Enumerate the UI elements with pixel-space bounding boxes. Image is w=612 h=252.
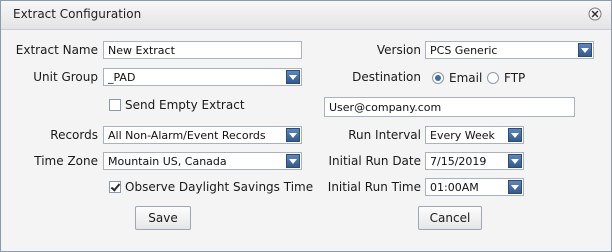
dialog-title: Extract Configuration <box>13 7 142 21</box>
version-label: Version <box>376 43 421 57</box>
initial-run-time-value: 01:00AM <box>430 181 479 194</box>
cancel-button[interactable]: Cancel <box>418 206 482 230</box>
observe-dst-checkbox[interactable] <box>109 181 121 193</box>
chevron-down-icon[interactable] <box>508 180 522 194</box>
email-radio[interactable] <box>432 72 444 84</box>
unit-group-value: _PAD <box>108 71 136 84</box>
records-value: All Non-Alarm/Event Records <box>108 129 266 142</box>
extract-name-input[interactable]: New Extract <box>103 41 302 59</box>
run-interval-value: Every Week <box>430 129 495 142</box>
time-zone-label: Time Zone <box>34 154 98 168</box>
initial-run-date-value: 7/15/2019 <box>430 155 487 168</box>
time-zone-select[interactable]: Mountain US, Canada <box>103 152 302 170</box>
extract-name-label: Extract Name <box>15 43 98 57</box>
title-bar: Extract Configuration <box>1 1 611 30</box>
chevron-down-icon[interactable] <box>508 128 522 142</box>
chevron-down-icon[interactable] <box>578 43 592 57</box>
send-empty-extract-checkbox[interactable] <box>109 99 121 111</box>
unit-group-select[interactable]: _PAD <box>103 68 302 86</box>
run-interval-select[interactable]: Every Week <box>425 126 524 144</box>
email-radio-label: Email <box>449 71 483 85</box>
initial-run-date-label: Initial Run Date <box>328 154 421 168</box>
save-button[interactable]: Save <box>135 206 191 230</box>
email-address-value: User@company.com <box>329 101 442 114</box>
initial-run-time-select[interactable]: 01:00AM <box>425 178 524 196</box>
records-select[interactable]: All Non-Alarm/Event Records <box>103 126 302 144</box>
records-label: Records <box>50 128 98 142</box>
extract-configuration-dialog: Extract Configuration Extract Name New E… <box>0 0 612 252</box>
ftp-radio-label: FTP <box>504 71 526 85</box>
observe-dst-label: Observe Daylight Savings Time <box>125 180 314 194</box>
chevron-down-icon[interactable] <box>508 154 522 168</box>
time-zone-value: Mountain US, Canada <box>108 155 227 168</box>
ftp-radio[interactable] <box>487 72 499 84</box>
initial-run-date-select[interactable]: 7/15/2019 <box>425 152 524 170</box>
close-icon[interactable] <box>588 7 602 21</box>
version-value: PCS Generic <box>430 44 498 57</box>
extract-name-value: New Extract <box>108 44 175 57</box>
version-select[interactable]: PCS Generic <box>425 41 594 59</box>
initial-run-time-label: Initial Run Time <box>327 180 421 194</box>
run-interval-label: Run Interval <box>348 128 421 142</box>
unit-group-label: Unit Group <box>33 70 98 84</box>
destination-label: Destination <box>352 70 421 84</box>
email-address-input[interactable]: User@company.com <box>324 97 575 117</box>
send-empty-extract-label: Send Empty Extract <box>125 98 245 112</box>
